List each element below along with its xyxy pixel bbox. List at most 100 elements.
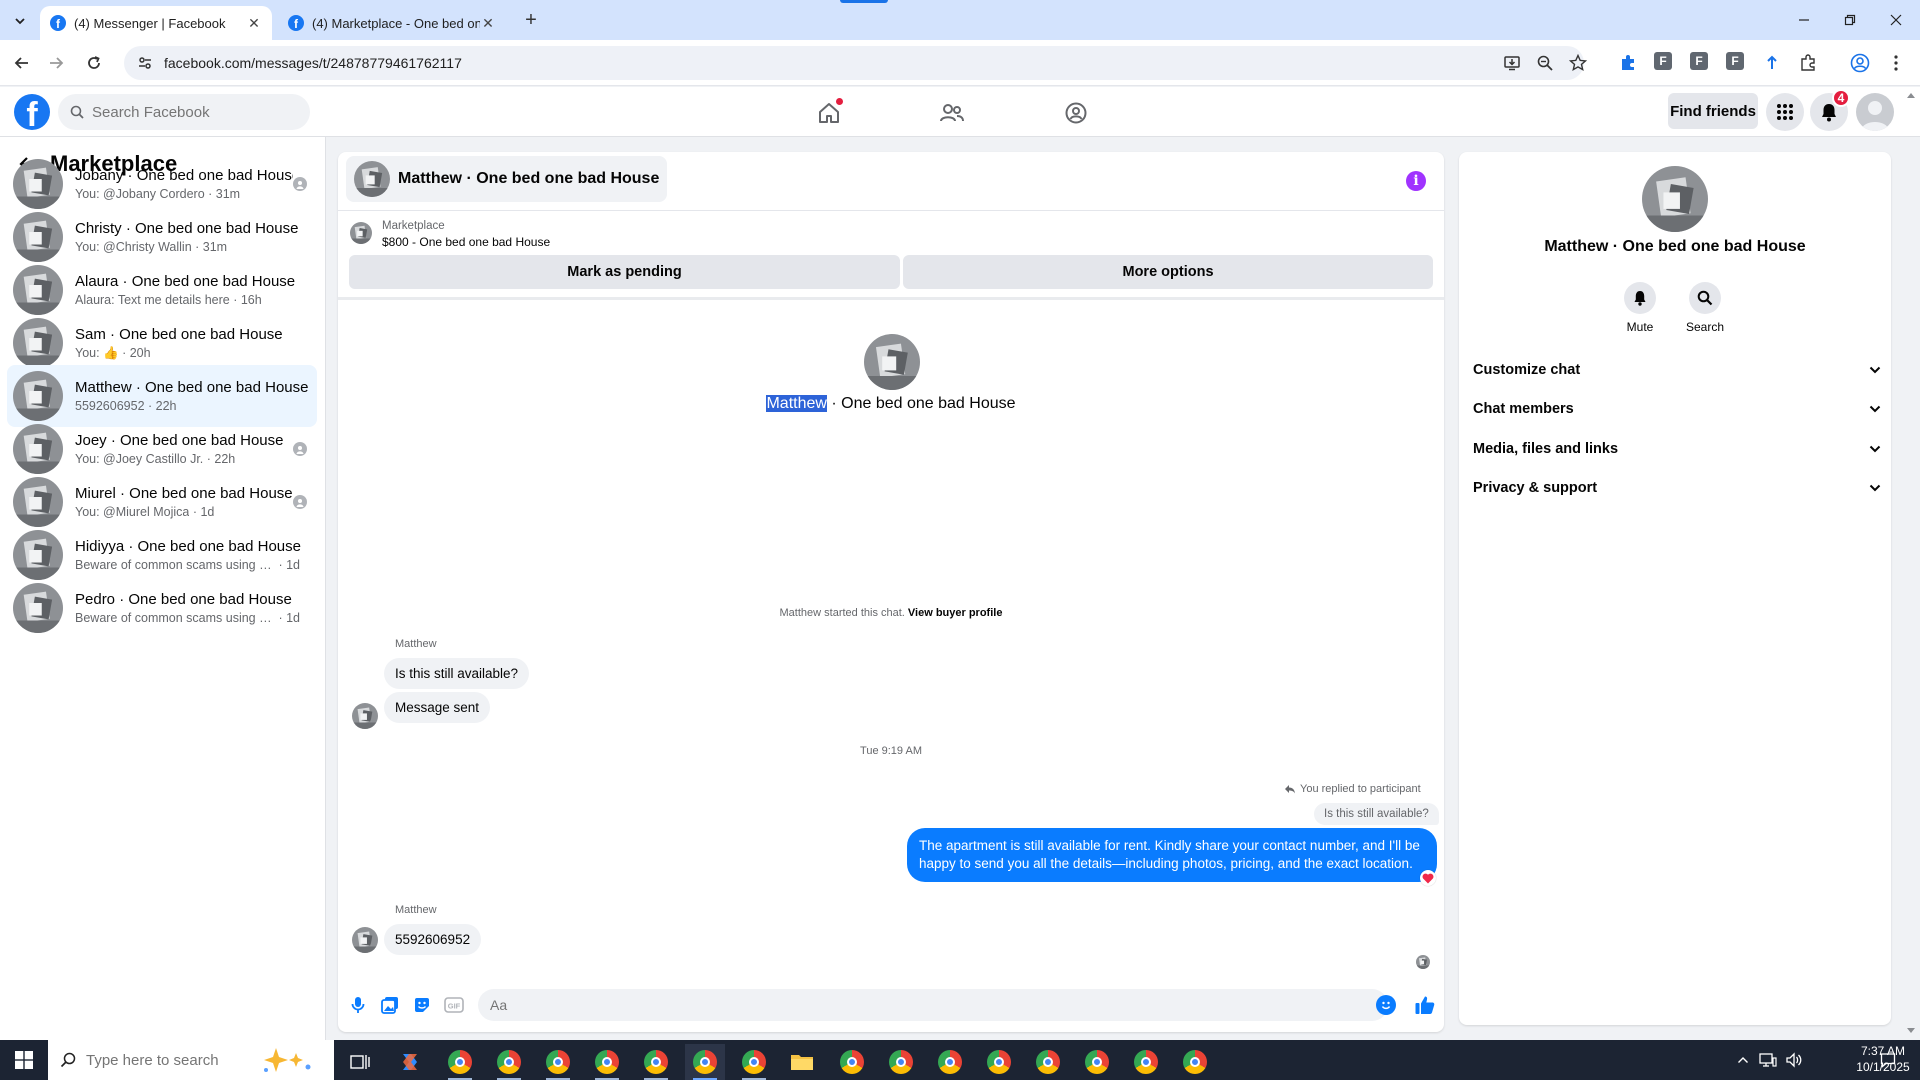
listing-info[interactable]: Marketplace $800 - One bed one bad House bbox=[350, 220, 550, 249]
chrome-app[interactable] bbox=[636, 1044, 676, 1080]
facebook-logo-icon[interactable]: f bbox=[14, 94, 50, 130]
heart-reaction-icon[interactable] bbox=[1420, 870, 1436, 886]
mute-icon-wrap[interactable] bbox=[1624, 282, 1656, 314]
message-input-box[interactable] bbox=[478, 989, 1388, 1021]
chrome-app[interactable] bbox=[1077, 1044, 1117, 1080]
chrome-app[interactable] bbox=[930, 1044, 970, 1080]
extension-f-icon[interactable]: F bbox=[1654, 52, 1672, 70]
copilot-app[interactable] bbox=[390, 1044, 430, 1080]
chrome-app[interactable] bbox=[1175, 1044, 1215, 1080]
quoted-message[interactable]: Is this still available? bbox=[1314, 803, 1439, 825]
chrome-app[interactable] bbox=[881, 1044, 921, 1080]
task-view-button[interactable] bbox=[340, 1044, 380, 1080]
notification-center-button[interactable] bbox=[1876, 1040, 1900, 1080]
conversation-sidebar: Marketplace Jobany · One bed one bad Hou… bbox=[0, 137, 326, 1040]
chrome-app[interactable] bbox=[832, 1044, 872, 1080]
chat-members-section[interactable]: Chat members bbox=[1473, 394, 1881, 424]
restore-button[interactable] bbox=[1838, 8, 1862, 32]
message-input[interactable] bbox=[490, 997, 1290, 1013]
browser-menu-button[interactable] bbox=[1884, 51, 1908, 75]
conversation-meta: Pedro · One bed one bad House Beware of c… bbox=[75, 591, 317, 625]
chrome-app[interactable] bbox=[489, 1044, 529, 1080]
chrome-app[interactable] bbox=[587, 1044, 627, 1080]
network-button[interactable] bbox=[1756, 1040, 1780, 1080]
details-avatar[interactable] bbox=[1642, 166, 1708, 232]
incoming-message[interactable]: Message sent bbox=[384, 692, 491, 723]
forward-button[interactable] bbox=[44, 51, 68, 75]
zoom-icon bbox=[1537, 55, 1553, 71]
more-options-button[interactable]: More options bbox=[903, 255, 1433, 289]
chrome-app[interactable] bbox=[1126, 1044, 1166, 1080]
gif-icon[interactable]: GIF bbox=[443, 994, 465, 1016]
new-tab-button[interactable]: + bbox=[520, 9, 542, 31]
mute-button[interactable]: Mute bbox=[1610, 282, 1670, 334]
show-hidden-icons-button[interactable] bbox=[1732, 1040, 1754, 1080]
extension-f-icon[interactable]: F bbox=[1726, 52, 1744, 70]
groups-icon bbox=[1065, 102, 1087, 124]
close-window-button[interactable] bbox=[1884, 8, 1908, 32]
extension-puzzle-button[interactable] bbox=[1616, 51, 1640, 75]
find-friends-button[interactable]: Find friends bbox=[1668, 93, 1758, 129]
file-explorer-app[interactable] bbox=[782, 1044, 822, 1080]
start-button[interactable] bbox=[0, 1040, 48, 1080]
search-icon-wrap[interactable] bbox=[1689, 282, 1721, 314]
menu-grid-button[interactable] bbox=[1766, 93, 1804, 131]
groups-nav-button[interactable] bbox=[1062, 99, 1090, 127]
customize-chat-section[interactable]: Customize chat bbox=[1473, 355, 1881, 385]
taskbar-search-input[interactable] bbox=[86, 1051, 256, 1069]
chat-header[interactable]: Matthew · One bed one bad House bbox=[346, 156, 668, 202]
account-avatar[interactable] bbox=[1856, 93, 1894, 131]
profile-button[interactable] bbox=[1848, 51, 1872, 75]
extension-pin-button[interactable] bbox=[1760, 51, 1784, 75]
chrome-app[interactable] bbox=[979, 1044, 1019, 1080]
media-files-links-section[interactable]: Media, files and links bbox=[1473, 434, 1881, 464]
intro-avatar[interactable] bbox=[864, 334, 920, 390]
minimize-button[interactable] bbox=[1792, 8, 1816, 32]
facebook-search-box[interactable] bbox=[58, 94, 310, 130]
back-button[interactable] bbox=[10, 51, 34, 75]
install-app-button[interactable] bbox=[1500, 51, 1524, 75]
tab-messenger[interactable]: f (4) Messenger | Facebook ✕ bbox=[40, 6, 272, 40]
chevron-down-icon bbox=[15, 18, 25, 25]
chrome-app[interactable] bbox=[734, 1044, 774, 1080]
search-in-chat-button[interactable]: Search bbox=[1675, 282, 1735, 334]
microphone-icon[interactable] bbox=[347, 994, 369, 1016]
tab-marketplace[interactable]: f (4) Marketplace - One bed one ✕ bbox=[278, 6, 506, 40]
scroll-up-arrow[interactable] bbox=[1906, 90, 1916, 100]
view-buyer-profile-link[interactable]: View buyer profile bbox=[908, 607, 1003, 619]
separator-dot: · bbox=[203, 452, 215, 466]
thumbs-up-icon[interactable] bbox=[1412, 992, 1438, 1018]
close-icon[interactable]: ✕ bbox=[246, 15, 262, 31]
chrome-app[interactable] bbox=[1028, 1044, 1068, 1080]
extension-f-icon[interactable]: F bbox=[1690, 52, 1708, 70]
outgoing-message[interactable]: The apartment is still available for ren… bbox=[907, 828, 1437, 882]
photo-gallery-icon[interactable] bbox=[379, 994, 401, 1016]
sticker-icon[interactable] bbox=[411, 994, 433, 1016]
chrome-app-active[interactable] bbox=[685, 1044, 725, 1080]
chrome-app[interactable] bbox=[538, 1044, 578, 1080]
taskbar-search-box[interactable] bbox=[48, 1040, 334, 1080]
scroll-down-arrow[interactable] bbox=[1906, 1026, 1916, 1036]
install-icon bbox=[1504, 56, 1520, 71]
chrome-app[interactable] bbox=[440, 1044, 480, 1080]
close-icon[interactable]: ✕ bbox=[480, 15, 496, 31]
zoom-button[interactable] bbox=[1533, 51, 1557, 75]
address-bar[interactable]: facebook.com/messages/t/2487877946176211… bbox=[124, 46, 1584, 80]
site-settings-icon[interactable] bbox=[134, 52, 156, 74]
info-icon[interactable]: i bbox=[1406, 171, 1426, 191]
incoming-message[interactable]: Is this still available? bbox=[384, 658, 530, 689]
reload-button[interactable] bbox=[82, 51, 106, 75]
sender-avatar[interactable] bbox=[352, 927, 378, 953]
friends-nav-button[interactable] bbox=[938, 99, 966, 127]
bookmark-button[interactable] bbox=[1566, 51, 1590, 75]
emoji-icon[interactable] bbox=[1376, 995, 1396, 1015]
incoming-message[interactable]: 5592606952 bbox=[384, 924, 482, 955]
sender-avatar[interactable] bbox=[352, 703, 378, 729]
tab-search-button[interactable] bbox=[8, 9, 32, 33]
extensions-button[interactable] bbox=[1796, 51, 1820, 75]
volume-button[interactable] bbox=[1782, 1040, 1806, 1080]
privacy-support-section[interactable]: Privacy & support bbox=[1473, 473, 1881, 503]
facebook-search-input[interactable] bbox=[92, 103, 292, 121]
conversation-item[interactable]: Pedro · One bed one bad House Beware of c… bbox=[7, 577, 317, 639]
mark-as-pending-button[interactable]: Mark as pending bbox=[349, 255, 900, 289]
